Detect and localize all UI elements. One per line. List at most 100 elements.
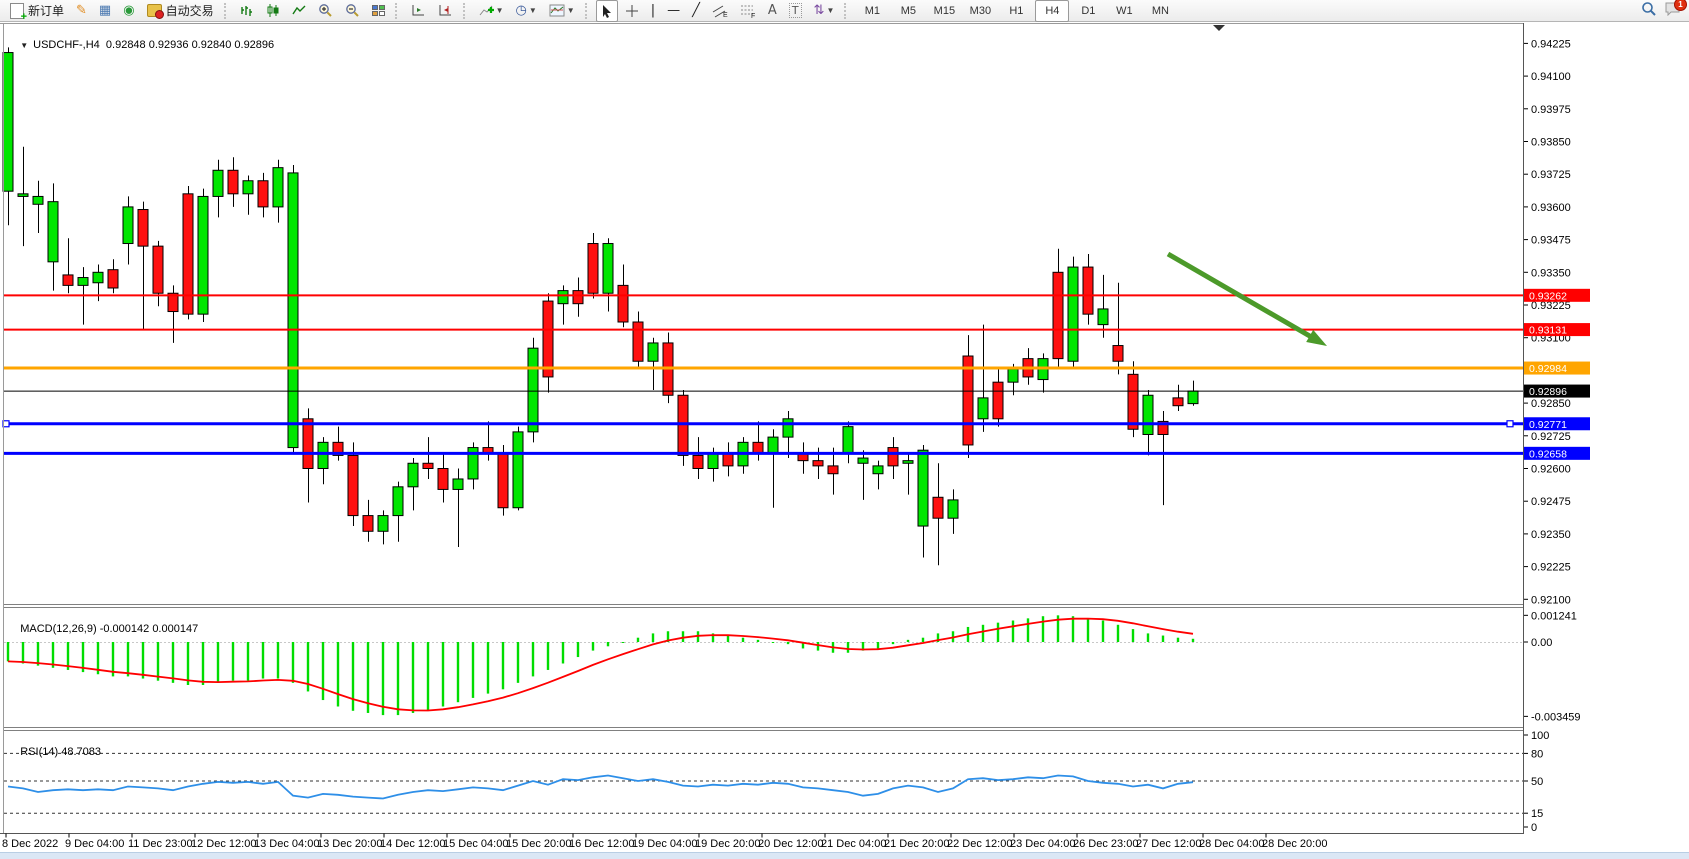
rsi-axis-tick: 15 [1531,808,1543,820]
templates-icon [549,4,565,17]
timeframe-button-h1[interactable]: H1 [999,0,1033,22]
profiles-button[interactable]: ▦ [94,0,116,22]
cursor-icon [601,4,613,18]
ohlc-open: 0.92848 [106,39,146,51]
trendline-icon: ╱ [692,4,700,17]
text-tool-button[interactable]: A [763,0,782,22]
hline-price-label: 0.92771 [1529,419,1567,431]
timeframe-button-mn[interactable]: MN [1143,0,1177,22]
collapse-triangle-icon[interactable]: ▼ [20,41,28,50]
chevron-down-icon: ▼ [567,6,575,15]
hline-price-label: 0.93131 [1529,325,1567,337]
line-chart-icon [292,4,306,17]
crosshair-tool-button[interactable] [620,0,644,22]
horizontal-scrollbar[interactable] [0,852,1689,859]
price-axis-tick: 0.92725 [1531,431,1571,443]
price-axis-tick: 0.92350 [1531,529,1571,541]
arrows-tool-button[interactable]: ⇅ ▼ [809,0,840,22]
macd-axis-tick: 0.00 [1531,637,1552,649]
autotrading-button[interactable]: 自动交易 [142,0,219,22]
symbol-period-label: USDCHF-,H4 [33,39,100,51]
chart-profile-icon: ▦ [99,4,111,17]
hline-price-label: 0.92658 [1529,448,1567,460]
price-axis-tick: 0.94225 [1531,38,1571,50]
autotrading-label: 自动交易 [166,2,214,19]
periods-button[interactable]: ◷ ▼ [511,0,542,22]
line-chart-button[interactable] [287,0,311,22]
date-axis-label: 28 Dec 04:00 [1199,838,1264,850]
templates-button[interactable]: ▼ [544,0,580,22]
chevron-down-icon: ▼ [529,6,537,15]
timeframe-button-h4[interactable]: H4 [1035,0,1069,22]
macd-name: MACD(12,26,9) [20,623,96,635]
channel-tool-button[interactable]: E [707,0,733,22]
chevron-down-icon: ▼ [826,6,834,15]
zoom-in-button[interactable] [313,0,338,22]
chart-shift-button[interactable] [406,0,431,22]
toolbar-separator [585,3,591,19]
timeframe-group: M1M5M15M30H1H4D1W1MN [854,0,1178,22]
date-axis-label: 14 Dec 12:00 [380,838,445,850]
crayon-button[interactable]: ✎ [71,0,92,22]
fibonacci-tool-button[interactable]: F [735,0,761,22]
signals-button[interactable]: ◉ [118,0,139,22]
macd-indicator-label: MACD(12,26,9) -0.000142 0.000147 [8,611,198,647]
date-axis-label: 13 Dec 04:00 [254,838,319,850]
price-axis-tick: 0.92225 [1531,562,1571,574]
rsi-axis-tick: 0 [1531,822,1537,834]
timeframe-button-m5[interactable]: M5 [891,0,925,22]
crayon-icon: ✎ [76,4,87,17]
date-axis-label: 9 Dec 04:00 [65,838,124,850]
timeframe-button-m30[interactable]: M30 [963,0,997,22]
indicators-icon [479,4,494,17]
hline-handle[interactable] [1507,421,1513,427]
ohlc-low: 0.92840 [192,39,232,51]
zoom-out-button[interactable] [340,0,365,22]
ohlc-close: 0.92896 [234,39,274,51]
macd-axis-tick: -0.003459 [1531,711,1581,723]
vertical-line-tool-button[interactable]: | [646,0,660,22]
chart-window: 0.942250.941000.939750.938500.937250.936… [0,23,1689,859]
bar-chart-button[interactable] [235,0,259,22]
zoom-in-icon [318,3,333,18]
rsi-axis-tick: 80 [1531,748,1543,760]
cursor-tool-button[interactable] [596,0,618,22]
date-axis-label: 11 Dec 23:00 [128,838,193,850]
toolbar-separator [844,3,850,19]
price-axis-tick: 0.92600 [1531,464,1571,476]
candlestick-button[interactable] [261,0,285,22]
timeframe-button-m15[interactable]: M15 [927,0,961,22]
hline-price-label: 0.93262 [1529,290,1567,302]
hline-price-label: 0.92984 [1529,363,1567,375]
trendline-tool-button[interactable]: ╱ [687,0,705,22]
date-axis-label: 16 Dec 12:00 [569,838,634,850]
new-order-button[interactable]: 新订单 [5,0,69,22]
timeframe-button-m1[interactable]: M1 [855,0,889,22]
rsi-indicator-label: RSI(14) 48.7083 [8,734,101,770]
date-axis-label: 21 Dec 20:00 [884,838,949,850]
toolbar-separator [463,3,469,19]
timeframe-button-w1[interactable]: W1 [1107,0,1141,22]
rsi-name: RSI(14) [20,746,58,758]
horizontal-line-tool-button[interactable]: — [662,0,685,22]
chat-button[interactable]: 1 [1665,2,1681,19]
date-axis-label: 27 Dec 12:00 [1136,838,1201,850]
chart-shift-icon [411,4,426,17]
svg-text:F: F [751,13,755,18]
timeframe-button-d1[interactable]: D1 [1071,0,1105,22]
date-axis-label: 20 Dec 12:00 [758,838,823,850]
price-axis-tick: 0.93600 [1531,202,1571,214]
horizontal-line-icon: — [667,4,680,17]
search-button[interactable] [1641,1,1657,20]
macd-values: -0.000142 0.000147 [100,623,198,635]
new-order-icon [10,3,24,19]
tile-windows-button[interactable] [367,0,390,22]
signals-icon: ◉ [123,4,134,17]
chart-canvas[interactable]: 0.942250.941000.939750.938500.937250.936… [0,23,1689,859]
indicators-button[interactable]: ▼ [474,0,509,22]
vertical-line-icon: | [651,4,655,17]
arrows-icon: ⇅ [814,4,825,17]
auto-scroll-button[interactable] [433,0,458,22]
date-axis-label: 23 Dec 04:00 [1010,838,1075,850]
text-label-tool-button[interactable]: T [784,0,807,22]
